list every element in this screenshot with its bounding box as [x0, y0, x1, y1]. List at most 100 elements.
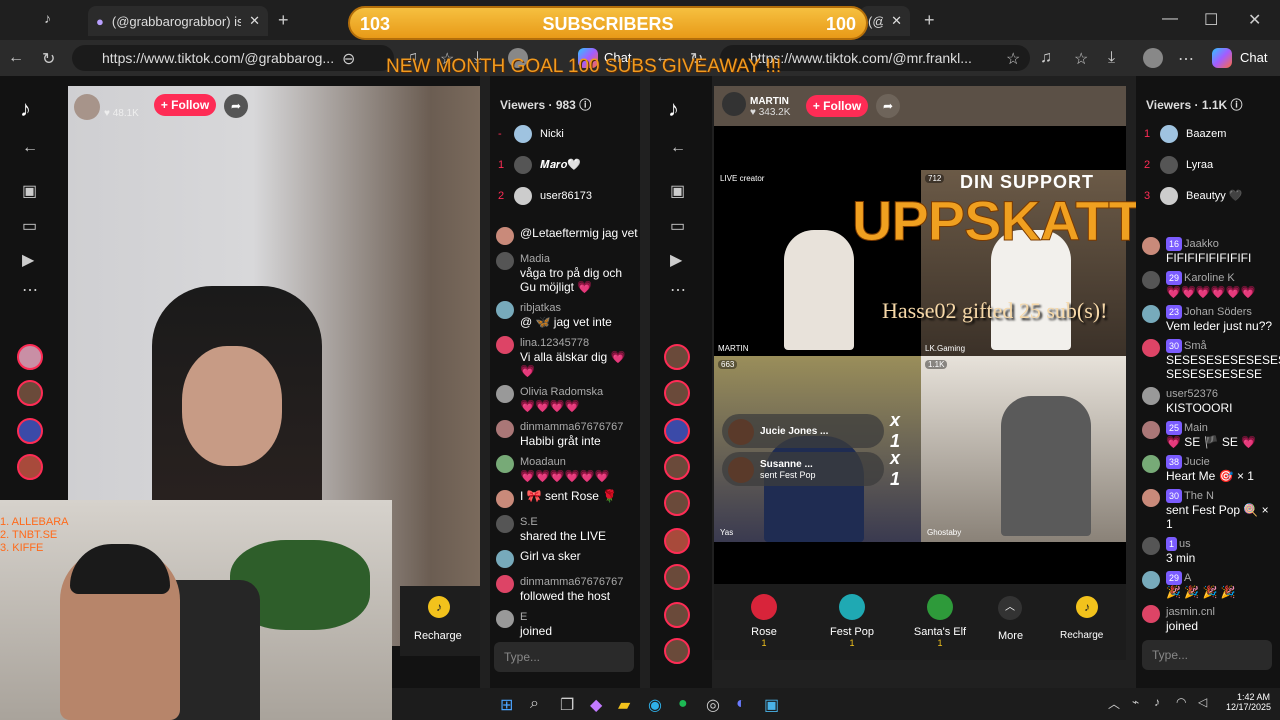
profile-avatar[interactable]: [1143, 48, 1163, 68]
chevron-up-icon[interactable]: ︿: [998, 596, 1022, 620]
follow-button[interactable]: + Follow: [154, 94, 216, 116]
recharge-button[interactable]: Recharge: [1060, 630, 1103, 641]
gift-item[interactable]: Rose 1: [720, 594, 808, 648]
close-window-icon[interactable]: ✕: [1248, 10, 1261, 30]
chat-body: Moadaun 💗💗💗💗💗💗: [520, 454, 610, 483]
chat-button[interactable]: Chat: [1240, 50, 1267, 65]
obs-icon[interactable]: ◎: [706, 695, 720, 715]
chat-message: @Letaeftermig jag vet: [496, 226, 638, 245]
tiktok-logo[interactable]: ♪: [20, 96, 31, 122]
clock[interactable]: 1:42 AM 12/17/2025: [1226, 692, 1271, 712]
live-avatar[interactable]: [664, 418, 690, 444]
live-avatar[interactable]: [664, 490, 690, 516]
live-avatar[interactable]: [664, 528, 690, 554]
top-viewer-row[interactable]: 2 user86173: [498, 180, 638, 211]
more-icon[interactable]: ⋯: [670, 280, 686, 300]
more-icon[interactable]: ⋯: [22, 280, 38, 300]
gift-item[interactable]: Santa's Elf 1: [896, 594, 984, 648]
live-avatar[interactable]: [664, 344, 690, 370]
top-viewer-row[interactable]: 1 Baazem: [1144, 118, 1278, 149]
gift-item[interactable]: Fest Pop 1: [808, 594, 896, 648]
gift-name: Santa's Elf: [913, 626, 967, 638]
live-avatar[interactable]: [664, 380, 690, 406]
video-icon[interactable]: ▭: [22, 216, 37, 236]
host-name: MARTIN: [750, 96, 789, 107]
live-avatar[interactable]: [17, 454, 43, 480]
play-icon[interactable]: ▶: [670, 250, 682, 270]
chat-body: 29 Karoline K 💗💗💗💗💗💗: [1166, 270, 1256, 299]
new-tab-button[interactable]: +: [924, 10, 935, 31]
goal-text: NEW MONTH GOAL 100 SUBS GIVEAWAY !!!: [386, 56, 782, 77]
more-menu-icon[interactable]: ⋯: [1178, 49, 1194, 69]
chat-username: S.E: [520, 516, 538, 528]
microphone-icon[interactable]: ♪: [1154, 695, 1160, 709]
gift-icon: [927, 594, 953, 620]
close-icon[interactable]: ✕: [249, 13, 260, 29]
windows-start-icon[interactable]: ⊞: [500, 695, 513, 715]
tab-left-stream[interactable]: ● (@grabbarograbbor) is LIVE ✕: [88, 6, 268, 36]
video-icon[interactable]: ▭: [670, 216, 685, 236]
wifi-icon[interactable]: ◠: [1176, 695, 1186, 709]
favorites-add-icon[interactable]: ☆: [1006, 49, 1020, 69]
beanie: [70, 544, 170, 594]
zoom-icon[interactable]: ⊖: [342, 49, 355, 69]
chat-input[interactable]: Type...: [494, 642, 634, 672]
top-viewer-row[interactable]: 1 𝑴𝒂𝒓𝒐🤍: [498, 149, 638, 180]
live-feed-icon[interactable]: ▣: [670, 181, 685, 201]
play-icon[interactable]: ▶: [22, 250, 34, 270]
follow-button[interactable]: + Follow: [806, 95, 868, 117]
minimize-icon[interactable]: —: [1162, 10, 1178, 28]
task-view-icon[interactable]: ❐: [560, 695, 574, 715]
volume-icon[interactable]: ◁: [1198, 695, 1207, 709]
live-avatar[interactable]: [664, 638, 690, 664]
app-icon[interactable]: ▣: [764, 695, 779, 715]
info-icon[interactable]: ⓘ: [1231, 98, 1243, 112]
share-icon[interactable]: ➦: [876, 94, 900, 118]
close-icon[interactable]: ✕: [891, 13, 902, 29]
top-viewer-row[interactable]: 2 Lyraa: [1144, 149, 1278, 180]
back-icon[interactable]: ←: [670, 139, 686, 157]
edge-icon[interactable]: ◉: [648, 695, 662, 715]
live-avatar[interactable]: [664, 602, 690, 628]
chat-input[interactable]: Type...: [1142, 640, 1272, 670]
chat-username: ribjatkas: [520, 302, 561, 314]
spotify-icon[interactable]: ●: [678, 695, 688, 713]
tiktok-logo[interactable]: ♪: [668, 96, 679, 122]
viewer-name: 𝑴𝒂𝒓𝒐🤍: [540, 158, 582, 171]
guest-video-br[interactable]: 1.1K Ghostaby: [921, 356, 1126, 542]
share-icon[interactable]: ➦: [224, 94, 248, 118]
top-viewer-row[interactable]: - Nicki: [498, 118, 638, 149]
more-gifts-button[interactable]: More: [998, 630, 1023, 642]
info-icon[interactable]: ⓘ: [579, 98, 591, 112]
live-avatar[interactable]: [664, 564, 690, 590]
network-icon[interactable]: ⌁: [1132, 695, 1139, 709]
tray-chevron-icon[interactable]: ︿: [1108, 695, 1120, 712]
chat-body: 38 Jucie Heart Me 🎯 × 1: [1166, 454, 1254, 483]
live-avatar[interactable]: [17, 344, 43, 370]
sub-goal-title: SUBSCRIBERS: [542, 14, 674, 34]
search-icon[interactable]: ⌕: [530, 695, 539, 713]
refresh-icon[interactable]: ↻: [42, 49, 55, 69]
file-explorer-icon[interactable]: ▰: [618, 695, 630, 715]
new-tab-button[interactable]: +: [278, 10, 289, 31]
discord-icon[interactable]: ◐: [736, 695, 746, 713]
live-feed-icon[interactable]: ▣: [22, 181, 37, 201]
maximize-icon[interactable]: ☐: [1204, 10, 1218, 30]
copilot-icon[interactable]: [1212, 48, 1232, 68]
guest-name: LK.Gaming: [925, 344, 966, 353]
viewer-name: Lyraa: [1186, 158, 1214, 171]
back-icon[interactable]: ←: [22, 139, 38, 157]
live-avatar[interactable]: [17, 418, 43, 444]
copilot-taskbar-icon[interactable]: ◆: [590, 695, 602, 715]
live-avatar[interactable]: [17, 380, 43, 406]
coin-icon[interactable]: ♪: [1076, 596, 1098, 618]
favorites-icon[interactable]: ☆: [1074, 49, 1088, 69]
read-aloud-icon[interactable]: ♫: [1040, 49, 1052, 67]
top-viewer-row[interactable]: 3 Beautyy 🖤: [1144, 180, 1278, 211]
downloads-icon[interactable]: ⤓: [1108, 49, 1115, 67]
host-avatar[interactable]: [722, 92, 746, 116]
back-icon[interactable]: ←: [8, 49, 24, 67]
host-avatar[interactable]: [74, 94, 100, 120]
live-avatar[interactable]: [664, 454, 690, 480]
recharge-panel[interactable]: ♪ Recharge: [400, 586, 480, 656]
